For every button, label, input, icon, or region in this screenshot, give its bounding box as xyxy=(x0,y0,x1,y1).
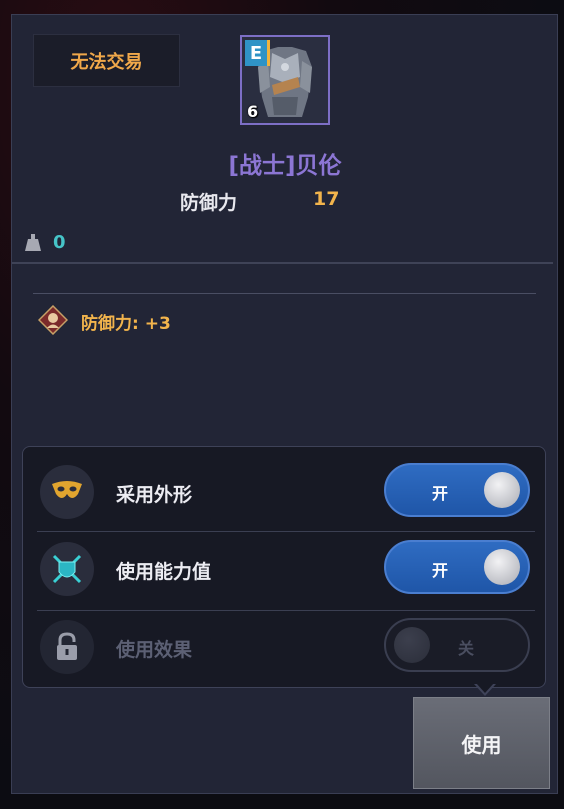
option-label: 使用效果 xyxy=(116,639,193,661)
toggle-knob xyxy=(394,627,430,663)
toggle-knob xyxy=(484,472,520,508)
appearance-toggle[interactable]: 开 xyxy=(384,463,530,517)
weight-icon xyxy=(25,234,41,251)
item-slot[interactable]: E 6 xyxy=(240,35,330,125)
toggle-state-text: 关 xyxy=(458,639,475,658)
toggle-knob xyxy=(484,549,520,585)
enhance-level: 6 xyxy=(247,102,259,121)
toggle-state-text: 开 xyxy=(432,484,449,503)
option-row-effects: 使用效果 关 xyxy=(23,610,545,690)
toggle-state-text: 开 xyxy=(432,561,449,580)
weight-value: 0 xyxy=(53,232,66,253)
bonus-divider xyxy=(33,293,536,294)
stats-toggle[interactable]: 开 xyxy=(384,540,530,594)
option-row-stats: 使用能力值 开 xyxy=(23,532,545,612)
option-label: 采用外形 xyxy=(116,484,193,506)
appearance-options-popup: 采用外形 开 使用能力值 开 使用效果 关 xyxy=(22,446,546,688)
crossed-swords-shield-icon xyxy=(40,542,94,596)
option-row-appearance: 采用外形 开 xyxy=(23,455,545,535)
warrior-emblem-icon xyxy=(38,305,68,335)
item-name: [战士]贝伦 xyxy=(228,153,342,179)
mask-icon xyxy=(40,465,94,519)
defense-stat-value: 17 xyxy=(313,188,340,210)
untradeable-badge: 无法交易 xyxy=(33,34,180,87)
popup-pointer-fill xyxy=(476,683,494,693)
option-label: 使用能力值 xyxy=(116,561,212,583)
grade-badge: E xyxy=(245,40,270,66)
lock-icon xyxy=(40,620,94,674)
bonus-defense-text: 防御力: +3 xyxy=(81,314,171,334)
use-button[interactable]: 使用 xyxy=(413,697,550,789)
defense-stat-label: 防御力 xyxy=(180,192,238,214)
section-divider xyxy=(12,262,553,264)
effects-toggle[interactable]: 关 xyxy=(384,618,530,672)
